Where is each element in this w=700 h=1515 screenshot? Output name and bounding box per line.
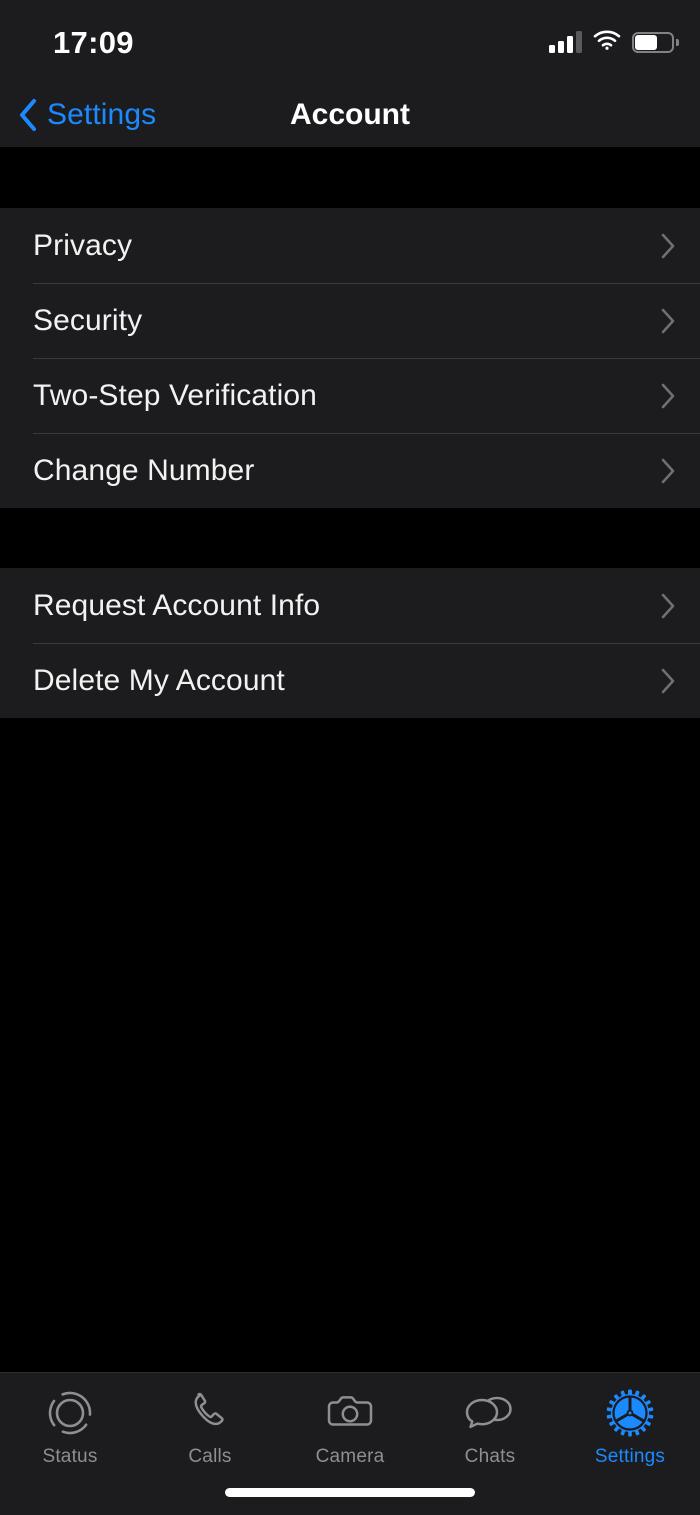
chevron-right-icon bbox=[660, 382, 676, 410]
row-label: Delete My Account bbox=[33, 663, 285, 697]
chat-bubbles-icon bbox=[461, 1386, 519, 1440]
camera-icon bbox=[323, 1386, 377, 1440]
chevron-right-icon bbox=[660, 667, 676, 695]
chevron-right-icon bbox=[660, 457, 676, 485]
settings-group-account: Privacy Security Two-Step Verification C… bbox=[0, 208, 700, 508]
list-group-spacer bbox=[0, 508, 700, 568]
settings-list: Privacy Security Two-Step Verification C… bbox=[0, 147, 700, 1372]
battery-icon bbox=[632, 31, 679, 53]
status-bar: 17:09 bbox=[0, 0, 700, 83]
tab-label: Calls bbox=[188, 1446, 232, 1467]
tab-label: Chats bbox=[464, 1446, 516, 1467]
row-two-step-verification[interactable]: Two-Step Verification bbox=[0, 358, 700, 433]
row-label: Change Number bbox=[33, 453, 255, 487]
list-top-spacer bbox=[0, 147, 700, 208]
chevron-right-icon bbox=[660, 232, 676, 260]
chevron-right-icon bbox=[660, 307, 676, 335]
row-label: Security bbox=[33, 303, 143, 337]
page-title: Account bbox=[290, 98, 410, 131]
tab-label: Camera bbox=[315, 1446, 385, 1467]
row-change-number[interactable]: Change Number bbox=[0, 433, 700, 508]
tab-label: Settings bbox=[594, 1446, 666, 1467]
home-indicator[interactable] bbox=[225, 1488, 475, 1497]
status-ring-icon bbox=[43, 1386, 97, 1440]
cellular-signal-icon bbox=[549, 31, 582, 53]
row-delete-my-account[interactable]: Delete My Account bbox=[0, 643, 700, 718]
navigation-bar: Settings Account bbox=[0, 83, 700, 147]
gear-icon bbox=[603, 1386, 657, 1440]
status-bar-indicators bbox=[549, 28, 679, 56]
phone-icon bbox=[183, 1386, 237, 1440]
settings-group-data: Request Account Info Delete My Account bbox=[0, 568, 700, 718]
phone-screen: 17:09 Settings Account Privacy Security … bbox=[0, 0, 700, 1515]
row-security[interactable]: Security bbox=[0, 283, 700, 358]
tab-status[interactable]: Status bbox=[0, 1373, 140, 1473]
tab-settings[interactable]: Settings bbox=[560, 1373, 700, 1473]
row-label: Request Account Info bbox=[33, 588, 321, 622]
chevron-right-icon bbox=[660, 592, 676, 620]
wifi-icon bbox=[593, 29, 621, 55]
row-privacy[interactable]: Privacy bbox=[0, 208, 700, 283]
row-label: Two-Step Verification bbox=[33, 378, 317, 412]
tab-calls[interactable]: Calls bbox=[140, 1373, 280, 1473]
tab-chats[interactable]: Chats bbox=[420, 1373, 560, 1473]
row-label: Privacy bbox=[33, 228, 133, 262]
tab-camera[interactable]: Camera bbox=[280, 1373, 420, 1473]
row-request-account-info[interactable]: Request Account Info bbox=[0, 568, 700, 643]
tab-label: Status bbox=[42, 1446, 98, 1467]
status-bar-time: 17:09 bbox=[53, 25, 134, 60]
tab-bar: Status Calls Camera Chats Settings bbox=[0, 1372, 700, 1515]
